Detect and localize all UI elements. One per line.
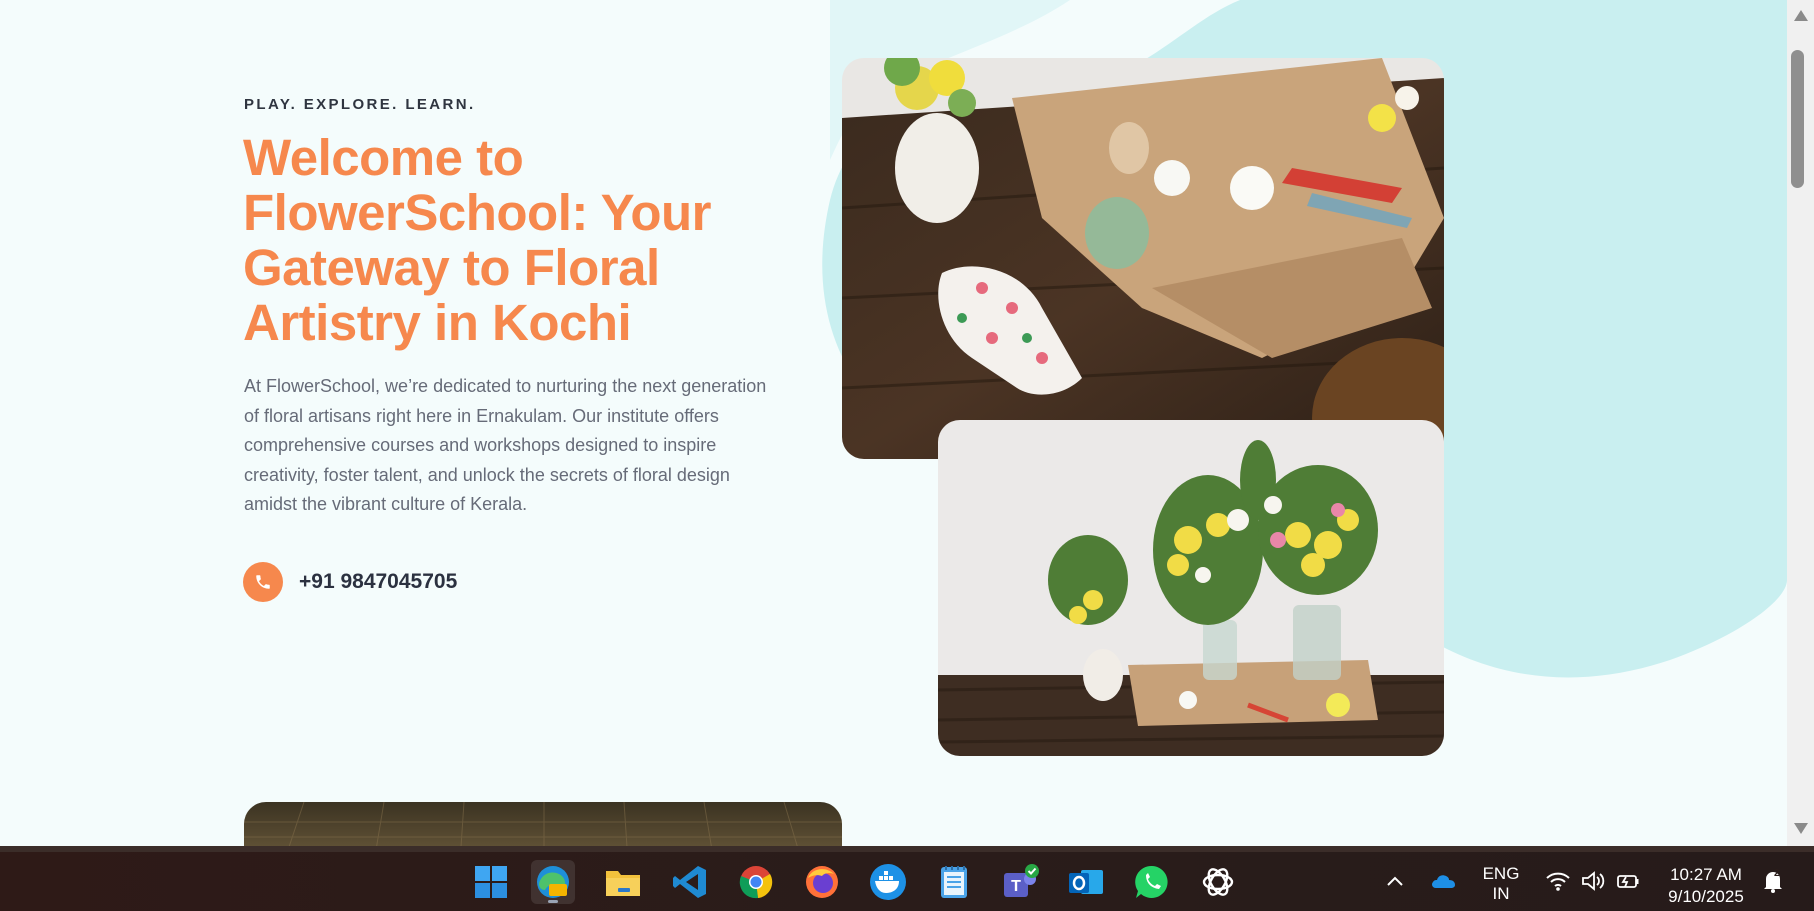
wifi-icon: [1546, 872, 1570, 891]
taskbar-outlook[interactable]: [1064, 860, 1108, 904]
teams-icon: T: [1004, 864, 1039, 897]
chevron-up-icon: [1387, 876, 1403, 886]
chatgpt-icon: [1202, 868, 1234, 896]
chrome-icon: [739, 866, 773, 899]
workshop-table-photo: [842, 58, 1444, 459]
taskbar-chatgpt[interactable]: [1196, 860, 1240, 904]
notification-count-badge: 2: [1774, 868, 1780, 879]
taskbar-clock[interactable]: 10:27 AM 9/10/2025: [1656, 864, 1756, 908]
hero-title: Welcome to FlowerSchool: Your Gateway to…: [243, 129, 711, 351]
taskbar-chrome[interactable]: [734, 860, 778, 904]
notification-bell-icon: [1764, 872, 1782, 893]
taskbar-edge[interactable]: [531, 860, 575, 904]
phone-icon: [243, 562, 283, 602]
web-page-viewport: PLAY. EXPLORE. LEARN. Welcome to FlowerS…: [0, 0, 1787, 846]
taskbar-vscode[interactable]: [668, 860, 712, 904]
next-section-photo: [244, 802, 842, 846]
battery-charging-icon: [1617, 875, 1639, 888]
scroll-down-arrow-icon[interactable]: [1794, 823, 1808, 834]
docker-icon: [870, 864, 906, 900]
region-code: IN: [1492, 884, 1510, 903]
taskbar-docker[interactable]: [866, 860, 910, 904]
battery-tray[interactable]: [1613, 866, 1643, 896]
whatsapp-icon: [1135, 865, 1168, 898]
scroll-up-arrow-icon[interactable]: [1794, 10, 1808, 21]
clock-time: 10:27 AM: [1670, 865, 1742, 884]
svg-text:T: T: [1011, 878, 1021, 895]
phone-number: +91 9847045705: [299, 570, 458, 593]
firefox-icon: [806, 866, 838, 898]
notification-center-button[interactable]: 2: [1758, 866, 1788, 896]
notepad-icon: [941, 866, 967, 898]
show-hidden-icons-button[interactable]: [1382, 868, 1408, 894]
outlook-icon: [1069, 870, 1103, 894]
taskbar-notepad[interactable]: [932, 860, 976, 904]
input-language-indicator[interactable]: ENG IN: [1474, 864, 1528, 904]
onedrive-cloud-icon: [1432, 875, 1455, 888]
page-scrollbar[interactable]: [1787, 0, 1814, 846]
onedrive-tray[interactable]: [1428, 868, 1458, 894]
windows-taskbar: T ENG IN 10:27 AM 9/10/2025 2: [0, 852, 1814, 911]
clock-date: 9/10/2025: [1668, 887, 1744, 906]
windows-start-button[interactable]: [469, 860, 513, 904]
taskbar-file-explorer[interactable]: [601, 860, 645, 904]
hero-description: At FlowerSchool, we’re dedicated to nurt…: [244, 376, 767, 514]
taskbar-teams[interactable]: T: [998, 860, 1042, 904]
speaker-icon: [1582, 871, 1605, 891]
folder-icon: [606, 871, 640, 896]
scroll-thumb[interactable]: [1791, 50, 1804, 188]
flower-vases-photo: [938, 420, 1444, 756]
windows-start-icon: [475, 866, 507, 898]
active-app-indicator: [548, 900, 558, 903]
vscode-icon: [673, 866, 706, 898]
taskbar-firefox[interactable]: [800, 860, 844, 904]
volume-tray[interactable]: [1578, 866, 1608, 896]
phone-contact-link[interactable]: +91 9847045705: [243, 562, 457, 602]
wifi-tray[interactable]: [1543, 866, 1573, 896]
language-code: ENG: [1482, 864, 1520, 883]
taskbar-whatsapp[interactable]: [1130, 860, 1174, 904]
edge-browser-icon: [537, 866, 569, 898]
hero-eyebrow: PLAY. EXPLORE. LEARN.: [244, 96, 476, 113]
